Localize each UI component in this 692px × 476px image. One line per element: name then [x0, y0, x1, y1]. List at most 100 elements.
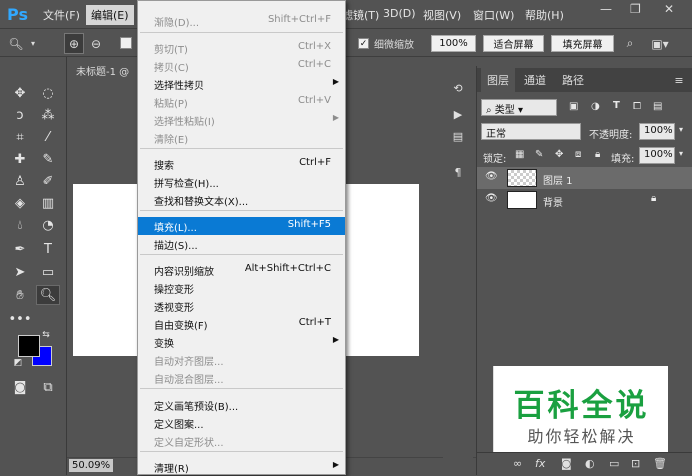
add-mask-icon[interactable]: ◙: [561, 457, 572, 470]
layer-filter-select[interactable]: ⌕ 类型 ▾: [481, 99, 557, 116]
resize-windows-checkbox[interactable]: [120, 37, 132, 49]
clone-stamp-tool-icon[interactable]: ♙: [8, 171, 32, 191]
edit-menu-item[interactable]: 操控变形: [138, 279, 345, 297]
fill-input[interactable]: 100%: [639, 147, 675, 164]
hand-tool-icon[interactable]: ✋︎: [8, 285, 32, 305]
filter-type-icon[interactable]: T: [613, 100, 620, 111]
lock-transparent-icon[interactable]: ▦: [515, 149, 524, 160]
layer-name[interactable]: 图层 1: [543, 172, 573, 187]
edit-menu-item[interactable]: 拼写检查(H)...: [138, 173, 345, 191]
menu-window[interactable]: 窗口(W): [470, 7, 517, 23]
new-layer-icon[interactable]: ⊡: [631, 457, 640, 470]
pen-tool-icon[interactable]: ✒: [8, 239, 32, 259]
edit-menu-item[interactable]: 描边(S)...: [138, 235, 345, 253]
swap-colors-icon[interactable]: ⇆: [40, 329, 52, 341]
chevron-down-icon[interactable]: ▾: [679, 149, 683, 158]
layer-row[interactable]: 👁︎ 图层 1: [477, 167, 692, 189]
maximize-icon[interactable]: ❐: [630, 2, 641, 16]
tab-layers[interactable]: 图层: [481, 68, 515, 92]
document-tab[interactable]: 未标题-1 @: [67, 57, 137, 81]
filter-adjustment-icon[interactable]: ◑: [591, 101, 600, 112]
edit-menu-item[interactable]: 粘贴(P) Ctrl+V: [138, 93, 345, 111]
edit-menu-item[interactable]: 自由变换(F) Ctrl+T: [138, 315, 345, 333]
layer-name[interactable]: 背景: [543, 194, 563, 209]
edit-menu-item[interactable]: 搜索 Ctrl+F: [138, 155, 345, 173]
edit-menu-item[interactable]: 清除(E): [138, 129, 345, 147]
magic-wand-tool-icon[interactable]: ⁂: [36, 105, 60, 125]
edit-menu-item[interactable]: 透视变形: [138, 297, 345, 315]
edit-menu-item[interactable]: 选择性拷贝 ▶: [138, 75, 345, 93]
screen-mode-icon[interactable]: ⧉: [36, 377, 60, 397]
delete-layer-icon[interactable]: 🗑︎: [653, 457, 667, 470]
edit-menu-item[interactable]: 填充(L)... Shift+F5: [138, 217, 345, 235]
zoom-out-icon[interactable]: ⊖: [86, 33, 106, 54]
blur-tool-icon[interactable]: 💧︎: [8, 215, 32, 235]
search-icon[interactable]: ⌕: [620, 33, 640, 54]
eraser-tool-icon[interactable]: ◈: [8, 193, 32, 213]
adjustment-layer-icon[interactable]: ◐: [585, 457, 595, 470]
edit-menu-item[interactable]: 定义自定形状...: [138, 432, 345, 450]
edit-menu-item[interactable]: 定义图案...: [138, 414, 345, 432]
healing-brush-tool-icon[interactable]: ✚: [8, 149, 32, 169]
edit-menu-item[interactable]: 拷贝(C) Ctrl+C: [138, 57, 345, 75]
minimize-icon[interactable]: —: [600, 2, 612, 16]
scrubby-zoom-checkbox[interactable]: ✓: [358, 38, 369, 49]
filter-shape-icon[interactable]: ⧠: [633, 101, 641, 112]
blend-mode-select[interactable]: 正常: [481, 123, 581, 140]
lock-image-icon[interactable]: ✎: [535, 149, 543, 160]
edit-menu-item[interactable]: 剪切(T) Ctrl+X: [138, 39, 345, 57]
actions-play-icon[interactable]: ▶: [449, 106, 467, 122]
edit-menu-item[interactable]: 定义画笔预设(B)...: [138, 396, 345, 414]
tab-paths[interactable]: 路径: [555, 68, 591, 92]
lock-artboard-icon[interactable]: ⧈: [575, 149, 581, 160]
filter-pixel-icon[interactable]: ▣: [569, 101, 578, 112]
menu-file[interactable]: 文件(F): [40, 7, 83, 23]
properties-panel-icon[interactable]: ▤: [449, 128, 467, 144]
zoom-tool-icon[interactable]: 🔍︎: [36, 285, 60, 305]
chevron-down-icon[interactable]: ▾: [27, 33, 39, 54]
lock-position-icon[interactable]: ✥: [555, 149, 563, 160]
opacity-input[interactable]: 100%: [639, 123, 675, 140]
dodge-tool-icon[interactable]: ◔: [36, 215, 60, 235]
paragraph-panel-icon[interactable]: ¶: [449, 164, 467, 180]
edit-menu-item[interactable]: 内容识别缩放 Alt+Shift+Ctrl+C: [138, 261, 345, 279]
rectangle-tool-icon[interactable]: ▭: [36, 262, 60, 282]
chevron-down-icon[interactable]: ▾: [679, 125, 683, 134]
panel-menu-icon[interactable]: ≡: [669, 68, 689, 92]
marquee-tool-icon[interactable]: ◌: [36, 83, 60, 103]
close-icon[interactable]: ✕: [664, 2, 674, 16]
default-colors-icon[interactable]: ◩: [12, 357, 24, 369]
edit-menu-item[interactable]: 自动混合图层...: [138, 369, 345, 387]
tab-channels[interactable]: 通道: [517, 68, 553, 92]
menu-3d[interactable]: 3D(D): [380, 7, 419, 20]
edit-menu-item[interactable]: 清理(R) ▶: [138, 458, 345, 476]
lock-all-icon[interactable]: 🔒︎: [595, 149, 600, 160]
move-tool-icon[interactable]: ✥: [8, 83, 32, 103]
fill-screen-button[interactable]: 填充屏幕: [551, 35, 614, 52]
visibility-eye-icon[interactable]: 👁︎: [485, 171, 498, 182]
edit-menu-item[interactable]: 自动对齐图层...: [138, 351, 345, 369]
menu-edit[interactable]: 编辑(E): [86, 5, 134, 25]
foreground-color-swatch[interactable]: [18, 335, 40, 357]
eyedropper-tool-icon[interactable]: ⁄: [36, 127, 60, 147]
path-selection-tool-icon[interactable]: ➤: [8, 262, 32, 282]
type-tool-icon[interactable]: T: [36, 239, 60, 259]
edit-menu-item[interactable]: 渐隐(D)... Shift+Ctrl+F: [138, 12, 345, 30]
visibility-eye-icon[interactable]: 👁︎: [485, 193, 498, 204]
link-layers-icon[interactable]: ∞: [513, 457, 522, 470]
zoom-100-button[interactable]: 100%: [431, 35, 476, 52]
workspace-icon[interactable]: ▣▾: [648, 33, 672, 54]
lasso-tool-icon[interactable]: ↄ: [8, 105, 32, 125]
crop-tool-icon[interactable]: ⌗: [8, 127, 32, 147]
filter-smart-object-icon[interactable]: ▤: [653, 101, 662, 112]
brush-tool-icon[interactable]: ✎: [36, 149, 60, 169]
quick-mask-icon[interactable]: ◙: [8, 377, 32, 397]
history-brush-tool-icon[interactable]: ✐: [36, 171, 60, 191]
zoom-level[interactable]: 50.09%: [69, 459, 114, 472]
zoom-tool-icon[interactable]: 🔍︎: [6, 33, 26, 54]
menu-view[interactable]: 视图(V): [420, 7, 464, 23]
gradient-tool-icon[interactable]: ▥: [36, 193, 60, 213]
fit-screen-button[interactable]: 适合屏幕: [483, 35, 544, 52]
edit-menu-item[interactable]: 变换 ▶: [138, 333, 345, 351]
zoom-in-icon[interactable]: ⊕: [64, 33, 84, 54]
